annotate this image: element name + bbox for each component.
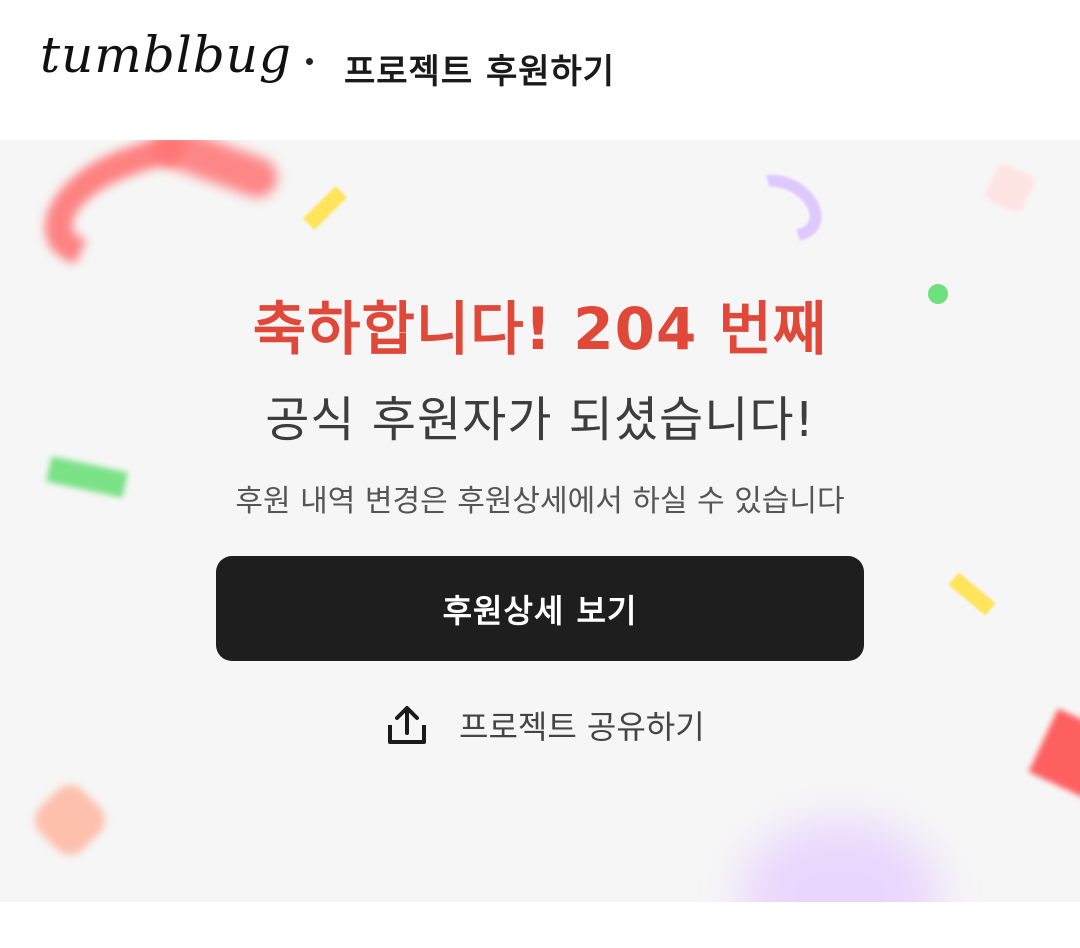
confetti-piece xyxy=(983,161,1037,215)
share-project-label: 프로젝트 공유하기 xyxy=(459,708,705,746)
confetti-piece xyxy=(303,186,347,230)
confetti-star xyxy=(27,777,113,863)
backer-message: 공식 후원자가 되셨습니다! xyxy=(265,392,815,448)
change-info-caption: 후원 내역 변경은 후원상세에서 하실 수 있습니다 xyxy=(235,484,845,519)
separator-dot xyxy=(306,58,313,65)
bottom-area xyxy=(0,902,1080,948)
confetti-piece xyxy=(1028,708,1080,802)
confetti-curl xyxy=(732,161,834,255)
celebration-panel: 축하합니다! 204 번째 공식 후원자가 되셨습니다! 후원 내역 변경은 후… xyxy=(0,140,1080,902)
header-bar: tumblbug 프로젝트 후원하기 xyxy=(0,0,1080,140)
view-pledge-details-button[interactable]: 후원상세 보기 xyxy=(216,556,864,661)
share-upload-icon xyxy=(388,706,426,744)
share-project-button[interactable]: 프로젝트 공유하기 xyxy=(385,700,705,750)
view-pledge-details-label: 후원상세 보기 xyxy=(442,591,638,630)
page-title: 프로젝트 후원하기 xyxy=(344,52,616,92)
tumblbug-logo[interactable]: tumblbug xyxy=(40,26,292,84)
confetti-piece xyxy=(948,572,996,616)
congrats-headline: 축하합니다! 204 번째 xyxy=(252,295,828,363)
confetti-glow xyxy=(740,820,940,902)
